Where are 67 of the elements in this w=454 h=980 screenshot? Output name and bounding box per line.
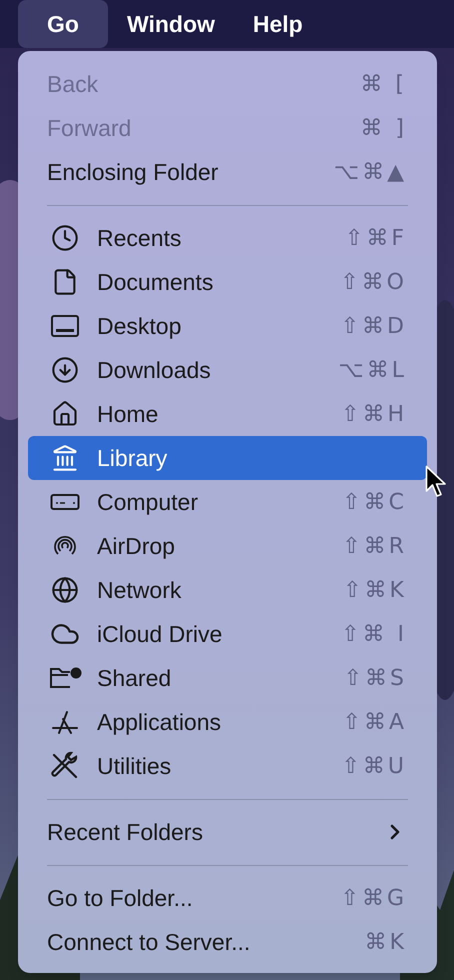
drive-icon bbox=[50, 493, 80, 511]
menu-item[interactable]: AirDrop ⇧⌘R bbox=[28, 524, 427, 568]
menu-item[interactable]: iCloud Drive ⇧⌘ I bbox=[28, 612, 427, 656]
shortcut: ⇧⌘D bbox=[340, 312, 407, 340]
globe-icon bbox=[51, 576, 79, 604]
shortcut: ⌥⌘▲ bbox=[334, 158, 407, 186]
shortcut: ⇧⌘S bbox=[344, 664, 407, 692]
menu-item-label: Documents bbox=[97, 268, 214, 297]
shortcut: ⇧⌘A bbox=[342, 708, 407, 736]
menu-item[interactable]: Applications ⇧⌘A bbox=[28, 700, 427, 744]
menu-item[interactable]: Connect to Server... ⌘K bbox=[28, 920, 427, 964]
shortcut: ⇧⌘H bbox=[341, 400, 407, 428]
menu-item-label: Desktop bbox=[97, 312, 182, 341]
menu-item-label: Applications bbox=[97, 708, 222, 737]
menu-item[interactable]: Documents ⇧⌘O bbox=[28, 260, 427, 304]
shortcut: ⇧⌘O bbox=[340, 268, 407, 296]
pointer-icon bbox=[425, 465, 447, 499]
menu-item-label: Go to Folder... bbox=[47, 884, 193, 913]
library-icon bbox=[51, 444, 79, 472]
menu-item[interactable]: Recent Folders bbox=[28, 810, 427, 854]
menu-item-label: AirDrop bbox=[97, 532, 175, 561]
menu-item[interactable]: Network ⇧⌘K bbox=[28, 568, 427, 612]
home-icon bbox=[51, 400, 79, 428]
menu-item-label: Shared bbox=[97, 664, 172, 693]
menu-item[interactable]: Library bbox=[28, 436, 427, 480]
menu-item-label: Network bbox=[97, 576, 182, 605]
shortcut: ⇧⌘U bbox=[341, 752, 407, 780]
download-icon bbox=[51, 356, 79, 384]
menu-item-label: Back bbox=[47, 70, 98, 99]
menu-item-label: Recent Folders bbox=[47, 818, 203, 847]
desktop-icon bbox=[50, 314, 80, 338]
clock-icon bbox=[51, 224, 79, 252]
menu-item[interactable]: Desktop ⇧⌘D bbox=[28, 304, 427, 348]
menu-item-label: Forward bbox=[47, 114, 132, 143]
menu-item-label: Home bbox=[97, 400, 158, 429]
tools-icon bbox=[50, 751, 80, 781]
menu-item[interactable]: Downloads ⌥⌘L bbox=[28, 348, 427, 392]
menu-item-label: Recents bbox=[97, 224, 182, 253]
menu-item[interactable]: Go to Folder... ⇧⌘G bbox=[28, 876, 427, 920]
menu-item-label: Computer bbox=[97, 488, 198, 517]
menu-item-label: Library bbox=[97, 444, 168, 473]
menu-item[interactable]: Utilities ⇧⌘U bbox=[28, 744, 427, 788]
shortcut: ⌘ [ bbox=[360, 70, 407, 98]
shortcut: ⇧⌘F bbox=[344, 224, 407, 252]
menu-item[interactable]: Enclosing Folder ⌥⌘▲ bbox=[28, 150, 427, 194]
menu-item[interactable]: Recents ⇧⌘F bbox=[28, 216, 427, 260]
shortcut: ⇧⌘K bbox=[343, 576, 407, 604]
menu-item-label: Connect to Server... bbox=[47, 928, 250, 957]
menu-item-label: Downloads bbox=[97, 356, 211, 385]
shortcut: ⇧⌘G bbox=[340, 884, 407, 912]
shortcut: ⌥⌘L bbox=[338, 356, 407, 384]
shortcut: ⇧⌘ I bbox=[341, 620, 407, 648]
menu-item-label: Enclosing Folder bbox=[47, 158, 218, 187]
menu-bar-item[interactable]: Window bbox=[108, 0, 234, 48]
shared-folder-icon bbox=[48, 665, 82, 691]
menu-item[interactable]: Shared ⇧⌘S bbox=[28, 656, 427, 700]
menu-bar-item[interactable]: Go bbox=[18, 0, 108, 48]
apps-icon bbox=[50, 709, 80, 735]
shortcut: ⇧⌘R bbox=[342, 532, 407, 560]
shortcut: ⇧⌘C bbox=[342, 488, 407, 516]
shortcut: ⌘K bbox=[364, 928, 407, 956]
menu-item[interactable]: Home ⇧⌘H bbox=[28, 392, 427, 436]
menu-item[interactable]: Computer ⇧⌘C bbox=[28, 480, 427, 524]
menu-item-label: Utilities bbox=[97, 752, 172, 781]
menu-item-label: iCloud Drive bbox=[97, 620, 222, 649]
menu-bar-item[interactable]: Help bbox=[234, 0, 322, 48]
shortcut: ⌘ ] bbox=[360, 114, 407, 142]
